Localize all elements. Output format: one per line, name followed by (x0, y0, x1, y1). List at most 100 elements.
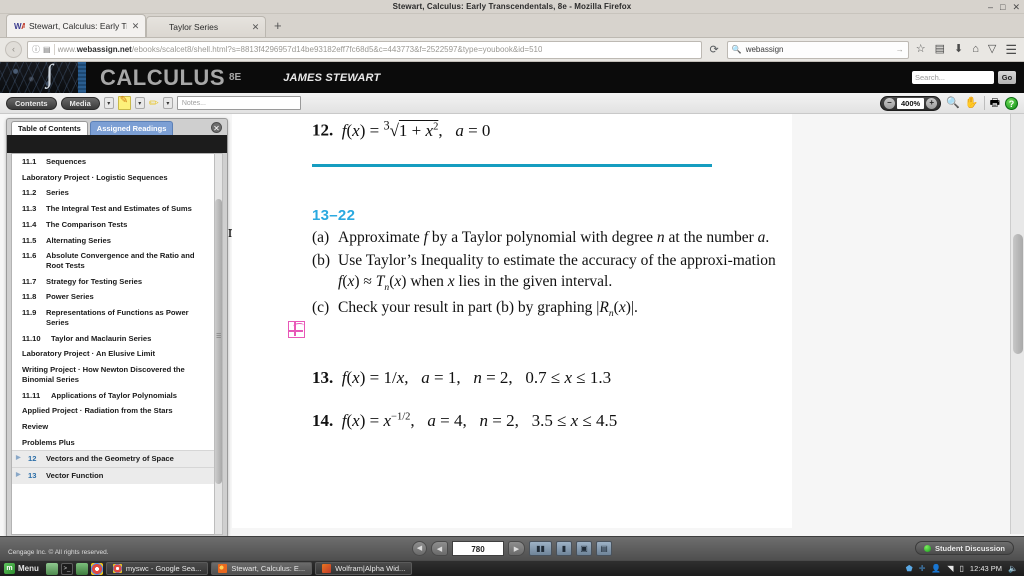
first-page-button[interactable]: ◀ (412, 541, 427, 556)
toc-item-11-4[interactable]: 11.4 The Comparison Tests (12, 217, 216, 233)
toc-close-icon[interactable]: ✕ (211, 122, 222, 133)
chrome-launcher-icon[interactable] (90, 562, 103, 575)
toc-scroll-thumb[interactable]: ☰ (215, 199, 222, 484)
toc-item-lab-logistic[interactable]: Laboratory Project · Logistic Sequences (12, 170, 216, 186)
clock[interactable]: 12:43 PM (970, 564, 1002, 573)
os-taskbar: m Menu >_ myswc - Google Sea... Stewart,… (0, 560, 1024, 576)
toc-item-review[interactable]: Review (12, 419, 216, 435)
fit-width-button[interactable]: ▤ (596, 541, 612, 556)
toc-item-11-8[interactable]: 11.8 Power Series (12, 289, 216, 305)
zoom-out-button[interactable]: – (884, 97, 896, 109)
previous-page-button[interactable]: ◀ (431, 541, 448, 556)
problem-12: 12. f(x) = 3√1 + x2, a = 0 (312, 118, 490, 141)
back-button[interactable]: ‹ (5, 41, 22, 58)
sticky-note-icon[interactable] (117, 95, 131, 110)
toc-chapter-13[interactable]: ▶ 13 Vector Function (12, 467, 216, 484)
tab-stewart-calculus[interactable]: WA Stewart, Calculus: Early Tra ✕ (6, 14, 146, 37)
toc-item-label: Absolute Convergence and the Ratio and R… (46, 251, 195, 271)
toc-item-11-7[interactable]: 11.7 Strategy for Testing Series (12, 274, 216, 290)
single-page-view-button[interactable]: ▮ (556, 541, 572, 556)
reload-button[interactable]: ⟳ (707, 43, 722, 56)
terminal-launcher-icon[interactable]: >_ (60, 562, 73, 575)
toc-scrollbar[interactable]: ☰ (214, 153, 223, 535)
library-icon[interactable]: ▤ (933, 44, 947, 55)
pen-options-dropdown[interactable]: ▾ (162, 97, 173, 109)
toc-item-11-1[interactable]: 11.1 Sequences (12, 154, 216, 170)
tab-close-icon[interactable]: ✕ (251, 22, 260, 32)
notes-input[interactable]: Notes... (176, 96, 301, 110)
ebook-search-go-button[interactable]: Go (998, 71, 1016, 84)
toc-item-11-2[interactable]: 11.2 Series (12, 185, 216, 201)
contents-button[interactable]: Contents (6, 96, 57, 110)
search-go-icon[interactable]: → (896, 45, 904, 54)
taskbar-window-chrome[interactable]: myswc - Google Sea... (105, 562, 209, 575)
fit-page-button[interactable]: ▣ (576, 541, 592, 556)
tab-close-icon[interactable]: ✕ (131, 21, 140, 31)
ebook-search-input[interactable]: Search... (912, 71, 994, 84)
toc-item-11-6[interactable]: 11.6 Absolute Convergence and the Ratio … (12, 248, 216, 273)
reader-vertical-scrollbar[interactable] (1010, 114, 1024, 534)
ebook-title: CALCULUS (100, 64, 225, 90)
toc-item-label: Alternating Series (46, 235, 111, 245)
toc-item-applied-radiation[interactable]: Applied Project · Radiation from the Sta… (12, 403, 216, 419)
hamburger-menu-icon[interactable]: ☰ (1003, 43, 1019, 56)
help-icon[interactable]: ? (1005, 96, 1018, 110)
volume-icon[interactable]: 🔈 (1008, 564, 1018, 573)
files-launcher-icon[interactable] (45, 562, 58, 575)
zoom-in-button[interactable]: + (926, 97, 938, 109)
tab-assigned-readings[interactable]: Assigned Readings (89, 121, 174, 135)
toc-list[interactable]: 11.1 Sequences Laboratory Project · Logi… (11, 153, 217, 535)
battery-icon[interactable]: ▯ (960, 564, 964, 573)
minimize-button[interactable]: – (988, 2, 993, 12)
highlight-color-dropdown[interactable]: ▾ (134, 97, 145, 109)
chevron-right-icon[interactable]: ▶ (16, 455, 24, 463)
url-bar[interactable]: ⓘ ▤ www.webassign.net/ebooks/scalcet8/sh… (27, 40, 702, 59)
taskbar-window-firefox[interactable]: Stewart, Calculus: E... (211, 562, 313, 575)
bookmark-star-icon[interactable]: ☆ (914, 44, 928, 55)
toc-item-problems-plus[interactable]: Problems Plus (12, 435, 216, 451)
chevron-right-icon[interactable]: ▶ (16, 472, 24, 480)
problem-13: 13. f(x) = 1/x, a = 1, n = 2, 0.7 ≤ x ≤ … (312, 368, 611, 388)
search-input[interactable]: webassign (746, 45, 892, 54)
reader-vscroll-thumb[interactable] (1013, 234, 1023, 354)
print-icon[interactable]: 🖶 (990, 97, 1000, 109)
wifi-icon[interactable]: ◥ (947, 564, 953, 573)
tab-taylor-series[interactable]: Taylor Series ✕ (146, 16, 266, 37)
reader-mode-icon[interactable]: ▤ (43, 45, 51, 54)
toc-item-11-10[interactable]: 11.10 Taylor and Maclaurin Series (12, 331, 216, 347)
highlighter-pen-icon[interactable]: ✏ (149, 97, 159, 109)
new-tab-button[interactable]: + (266, 19, 290, 34)
taskbar-window-wolfram[interactable]: Wolfram|Alpha Wid... (315, 562, 413, 575)
shield-icon[interactable]: ⬟ (906, 564, 913, 573)
two-page-view-button[interactable]: ▮▮ (529, 541, 552, 556)
header-blue-stripe (78, 62, 86, 93)
ebook-toolbar-right: – 400% + 🔍 ✋ 🖶 ? (880, 95, 1018, 111)
toc-chapter-12[interactable]: ▶ 12 Vectors and the Geometry of Space (12, 450, 216, 468)
toc-item-lab-elusive-limit[interactable]: Laboratory Project · An Elusive Limit (12, 346, 216, 362)
next-page-button[interactable]: ▶ (508, 541, 525, 556)
bluetooth-icon[interactable]: ✛ (919, 564, 926, 573)
search-bar[interactable]: 🔍 webassign → (726, 40, 909, 59)
toc-item-11-9[interactable]: 11.9 Representations of Functions as Pow… (12, 305, 216, 330)
folder-launcher-icon[interactable] (75, 562, 88, 575)
media-button[interactable]: Media (60, 96, 100, 110)
toc-item-11-5[interactable]: 11.5 Alternating Series (12, 233, 216, 249)
magnify-select-icon[interactable]: 🔍 (946, 97, 960, 109)
start-menu-button[interactable]: m Menu (4, 563, 43, 574)
toc-item-writing-newton[interactable]: Writing Project · How Newton Discovered … (12, 362, 216, 387)
toc-item-11-3[interactable]: 11.3 The Integral Test and Estimates of … (12, 201, 216, 217)
download-icon[interactable]: ⬇ (952, 44, 965, 55)
zoom-control[interactable]: – 400% + (880, 95, 942, 111)
hand-pan-icon[interactable]: ✋ (965, 97, 979, 109)
note-color-dropdown[interactable]: ▾ (103, 97, 114, 109)
user-account-icon[interactable]: 👤 (931, 564, 941, 573)
pocket-icon[interactable]: ▽ (986, 44, 998, 55)
tab-table-of-contents[interactable]: Table of Contents (11, 121, 88, 135)
close-button[interactable]: ✕ (1012, 2, 1020, 12)
page-number-input[interactable]: 780 (452, 541, 504, 556)
toc-item-11-11[interactable]: 11.11 Applications of Taylor Polynomials (12, 388, 216, 404)
site-identity-icon[interactable]: ⓘ (32, 44, 40, 55)
home-icon[interactable]: ⌂ (970, 44, 981, 55)
student-discussion-button[interactable]: Student Discussion (914, 541, 1014, 555)
maximize-button[interactable]: □ (1000, 2, 1005, 12)
